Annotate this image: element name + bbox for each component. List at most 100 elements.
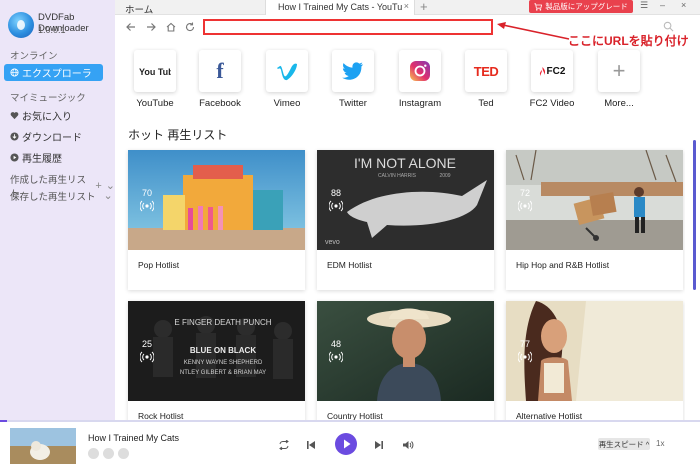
site-twitter[interactable]: Twitter xyxy=(327,50,379,109)
globe-icon xyxy=(10,68,19,77)
sidebar-item-favorites[interactable]: お気に入り xyxy=(10,108,72,123)
ted-icon: TED xyxy=(473,63,499,79)
sidebar-item-label: エクスプローラ xyxy=(22,69,92,80)
facebook-icon: f xyxy=(216,58,224,83)
sidebar-item-label: お気に入り xyxy=(22,112,72,123)
back-arrow-icon[interactable] xyxy=(125,21,137,33)
cart-icon xyxy=(534,2,543,11)
favorite-button[interactable] xyxy=(88,448,99,459)
app-logo-icon xyxy=(8,12,34,38)
minimize-button[interactable]: – xyxy=(660,0,665,10)
playlist-thumbnail: E FINGER DEATH PUNCH BLUE ON BLACK KENNY… xyxy=(128,301,305,401)
tab-close-icon[interactable]: × xyxy=(404,1,409,11)
home-icon[interactable] xyxy=(165,21,177,33)
radio-icon xyxy=(140,200,154,212)
site-label: Instagram xyxy=(398,98,442,109)
saved-playlists-row[interactable]: 保存した再生リスト ⌄ xyxy=(10,189,113,203)
site-label: Facebook xyxy=(199,98,241,109)
site-fc2[interactable]: FC2 FC2 Video xyxy=(526,50,578,109)
quick-sites: You Tube YouTube f Facebook Vimeo Twitte… xyxy=(115,42,700,117)
download-button[interactable] xyxy=(103,448,114,459)
instagram-icon xyxy=(410,61,430,81)
playlist-label: Hip Hop and R&B Hotlist xyxy=(516,260,610,270)
playlist-card-pop[interactable]: 70 Pop Hotlist xyxy=(128,150,305,290)
plus-icon: + xyxy=(612,58,626,83)
svg-text:E FINGER DEATH PUNCH: E FINGER DEATH PUNCH xyxy=(174,318,271,327)
previous-track-icon[interactable] xyxy=(306,440,316,450)
remove-button[interactable] xyxy=(118,448,129,459)
playlist-label: Pop Hotlist xyxy=(138,260,180,270)
playlist-thumbnail: 72 xyxy=(506,150,683,250)
playlist-card-country[interactable]: 48 Country Hotlist xyxy=(317,301,494,420)
track-count: 77 xyxy=(520,339,531,349)
progress-fill xyxy=(0,420,7,422)
radio-icon xyxy=(329,351,343,363)
site-vimeo[interactable]: Vimeo xyxy=(261,50,313,109)
content-scrollbar[interactable] xyxy=(693,140,696,290)
site-more[interactable]: + More... xyxy=(593,50,645,109)
radio-icon xyxy=(329,200,343,212)
playlist-card-alternative[interactable]: 77 Alternative Hotlist xyxy=(506,301,683,420)
tab-title: How I Trained My Cats - YouTu xyxy=(278,2,403,12)
upgrade-button[interactable]: 製品版にアップグレード xyxy=(529,0,633,13)
url-input[interactable] xyxy=(203,19,493,35)
playlist-grid: 70 Pop Hotlist I'M NOT ALONE CALVIN HARR… xyxy=(115,140,685,420)
download-icon xyxy=(10,132,19,141)
new-tab-button[interactable]: + xyxy=(420,0,428,14)
track-count: 70 xyxy=(142,188,153,198)
site-facebook[interactable]: f Facebook xyxy=(194,50,246,109)
playlist-card-hiphop[interactable]: 72 Hip Hop and R&B Hotlist xyxy=(506,150,683,290)
upgrade-label: 製品版にアップグレード xyxy=(545,2,628,11)
svg-text:You Tube: You Tube xyxy=(139,67,171,77)
chevron-down-icon[interactable]: ⌄ xyxy=(104,190,113,202)
playback-speed-button[interactable]: 再生スピード ^ xyxy=(598,438,650,450)
svg-text:CALVIN HARRIS: CALVIN HARRIS xyxy=(378,173,417,179)
country-artwork xyxy=(317,301,494,401)
playlist-card-edm[interactable]: I'M NOT ALONE CALVIN HARRIS 2009 vevo 88… xyxy=(317,150,494,290)
title-bar: ホーム How I Trained My Cats - YouTu × + 製品… xyxy=(115,0,700,16)
repeat-icon[interactable] xyxy=(278,440,290,450)
hiphop-artwork xyxy=(506,150,683,250)
rock-artwork: E FINGER DEATH PUNCH BLUE ON BLACK KENNY… xyxy=(128,301,305,401)
next-track-icon[interactable] xyxy=(374,440,384,450)
track-count: 72 xyxy=(520,188,531,198)
site-ted[interactable]: TED Ted xyxy=(460,50,512,109)
sidebar-item-label: ダウンロード xyxy=(22,133,82,144)
online-section-label: オンライン xyxy=(10,51,58,62)
edm-artwork: I'M NOT ALONE CALVIN HARRIS 2009 vevo xyxy=(317,150,494,250)
browser-tab[interactable]: How I Trained My Cats - YouTu × xyxy=(265,0,415,15)
mymusic-section-label: マイミュージック xyxy=(10,93,86,104)
site-youtube[interactable]: You Tube YouTube xyxy=(129,50,181,109)
twitter-icon xyxy=(342,62,363,80)
track-count: 88 xyxy=(331,188,342,198)
close-window-button[interactable]: × xyxy=(681,0,686,10)
search-icon[interactable] xyxy=(663,21,674,32)
playlist-thumbnail: I'M NOT ALONE CALVIN HARRIS 2009 vevo 88 xyxy=(317,150,494,250)
site-label: FC2 Video xyxy=(529,98,575,109)
now-playing-artwork xyxy=(10,428,76,464)
radio-icon xyxy=(518,351,532,363)
sidebar-item-explorer[interactable]: エクスプローラ xyxy=(4,64,103,81)
playlist-label: Rock Hotlist xyxy=(138,411,184,420)
site-label: More... xyxy=(604,98,634,109)
volume-icon[interactable] xyxy=(402,440,414,450)
svg-text:vevo: vevo xyxy=(325,239,340,246)
speed-value[interactable]: 1x xyxy=(656,439,664,448)
play-button[interactable] xyxy=(335,433,357,455)
vimeo-icon xyxy=(277,63,297,81)
app-version: 1.0.0.1 xyxy=(38,25,66,35)
forward-arrow-icon[interactable] xyxy=(145,21,157,33)
sidebar-item-history[interactable]: 再生履歴 xyxy=(10,150,62,165)
site-label: Twitter xyxy=(339,98,367,109)
play-circle-icon xyxy=(10,153,19,162)
home-tab[interactable]: ホーム xyxy=(125,2,153,16)
progress-bar[interactable] xyxy=(0,420,700,422)
playlist-label: Alternative Hotlist xyxy=(516,411,583,420)
playlist-card-rock[interactable]: E FINGER DEATH PUNCH BLUE ON BLACK KENNY… xyxy=(128,301,305,420)
refresh-icon[interactable] xyxy=(184,21,196,33)
playlist-thumbnail: 70 xyxy=(128,150,305,250)
site-instagram[interactable]: Instagram xyxy=(394,50,446,109)
sidebar-item-downloads[interactable]: ダウンロード xyxy=(10,129,82,144)
site-label: Ted xyxy=(478,98,494,109)
menu-icon[interactable]: ☰ xyxy=(640,0,648,11)
